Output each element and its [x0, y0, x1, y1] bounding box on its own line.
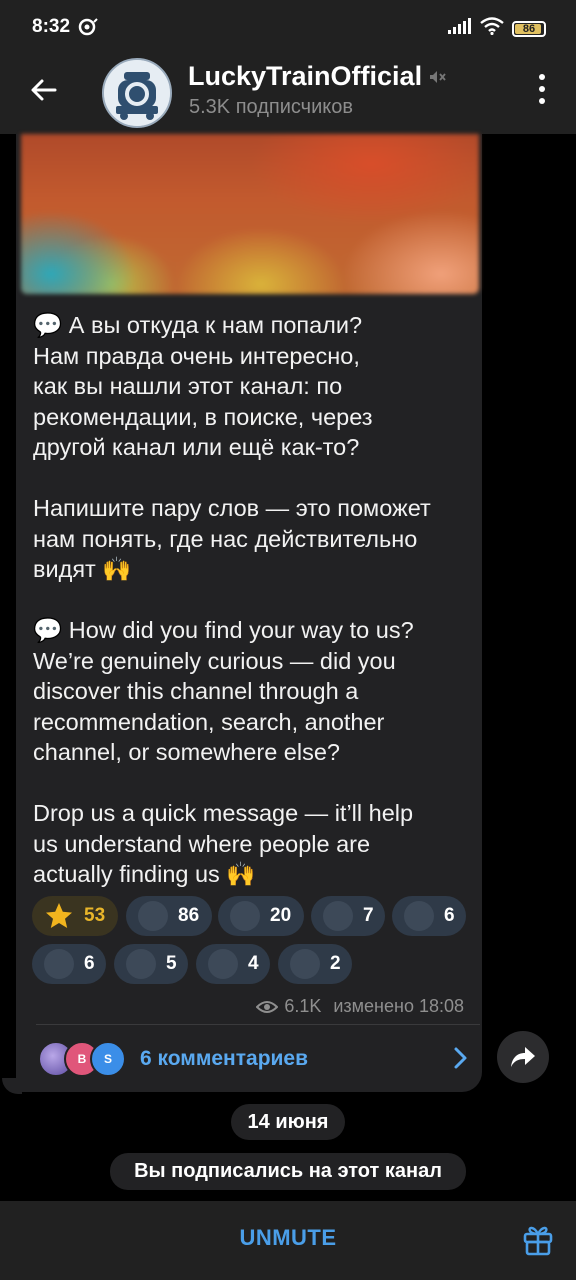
raised-hands-icon: 🙌 [102, 556, 132, 582]
clap-icon [323, 901, 353, 931]
reaction-thumbs-up[interactable]: 20 [218, 896, 304, 936]
comments-button[interactable]: B S 6 комментариев [38, 1032, 478, 1086]
trophy-icon [126, 949, 156, 979]
post-image[interactable] [21, 134, 479, 294]
reaction-party[interactable]: 6 [32, 944, 106, 984]
chevron-right-icon [454, 1047, 467, 1069]
money-icon [208, 949, 238, 979]
post-paragraph: Drop us a quick message — it’ll help us … [33, 798, 473, 890]
edited-time: изменено 18:08 [333, 996, 464, 1016]
post-meta: 6.1K изменено 18:08 [256, 996, 464, 1017]
comments-label: 6 комментариев [140, 1047, 309, 1070]
date-separator: 14 июня [231, 1104, 345, 1140]
moneybag-icon [290, 949, 320, 979]
service-message: Вы подписались на этот канал [110, 1153, 466, 1190]
train-logo-icon [104, 60, 170, 126]
channel-post: 💬 А вы откуда к нам попали? Нам правда о… [16, 134, 482, 1092]
divider [36, 1024, 480, 1025]
eye-icon [256, 1000, 279, 1013]
heart-icon [138, 901, 168, 931]
bottom-bar: UNMUTE [0, 1201, 576, 1280]
reaction-heart[interactable]: 86 [126, 896, 212, 936]
view-count: 6.1K [284, 996, 322, 1016]
reaction-fire[interactable]: 6 [392, 896, 466, 936]
reaction-clap[interactable]: 7 [311, 896, 385, 936]
star-icon [44, 901, 74, 931]
reaction-moneybag[interactable]: 2 [278, 944, 352, 984]
reaction-money[interactable]: 4 [196, 944, 270, 984]
reaction-star[interactable]: 53 [32, 896, 118, 936]
channel-avatar[interactable] [102, 58, 172, 128]
post-paragraph: 💬 А вы откуда к нам попали? Нам правда о… [33, 312, 373, 460]
battery-level: 86 [522, 22, 536, 35]
party-icon [44, 949, 74, 979]
thumbs-up-icon [230, 901, 260, 931]
signal-icon [448, 18, 472, 39]
speech-bubble-icon: 💬 [33, 617, 63, 643]
back-button[interactable] [28, 74, 60, 106]
chat-header: LuckyTrainOfficial 5.3K подписчиков [0, 56, 576, 134]
channel-title[interactable]: LuckyTrainOfficial [188, 61, 422, 92]
status-notification-icon [78, 18, 98, 41]
post-text: 💬 А вы откуда к нам попали? Нам правда о… [33, 310, 473, 890]
reaction-trophy[interactable]: 5 [114, 944, 188, 984]
status-bar: 8:32 86 [0, 0, 576, 56]
post-paragraph: Напишите пару слов — это поможет нам пон… [33, 493, 473, 585]
arrow-left-icon [31, 79, 57, 101]
battery-icon: 86 [512, 20, 546, 37]
share-button[interactable] [497, 1031, 549, 1083]
subscriber-count: 5.3K подписчиков [189, 96, 353, 118]
wifi-icon [480, 17, 504, 40]
gift-button[interactable] [522, 1222, 554, 1261]
post-paragraph: 💬 How did you find your way to us? We’re… [33, 617, 414, 765]
raised-hands-icon: 🙌 [226, 861, 256, 887]
share-arrow-icon [511, 1047, 535, 1067]
gift-icon [523, 1226, 553, 1256]
fire-icon [404, 901, 434, 931]
status-time: 8:32 [32, 16, 71, 37]
muted-icon [428, 68, 446, 91]
more-options-button[interactable] [538, 74, 546, 104]
unmute-button[interactable]: UNMUTE [0, 1225, 576, 1251]
speech-bubble-icon: 💬 [33, 312, 63, 338]
commenter-avatar: S [90, 1041, 126, 1077]
